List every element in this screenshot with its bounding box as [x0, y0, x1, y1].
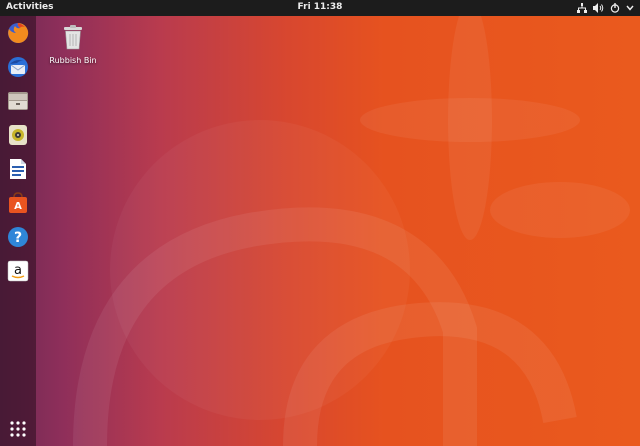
network-icon[interactable]: [577, 3, 587, 13]
desktop-wallpaper: [0, 0, 640, 446]
app-grid-icon: [10, 421, 26, 437]
dock-item-rhythmbox[interactable]: [5, 122, 31, 148]
svg-text:A: A: [14, 201, 22, 212]
chevron-down-icon[interactable]: [626, 5, 634, 11]
clock[interactable]: Fri 11:38: [298, 2, 343, 12]
dock-item-software[interactable]: A: [5, 190, 31, 216]
top-bar: Activities Fri 11:38: [0, 0, 640, 16]
desktop-icon-rubbish-bin[interactable]: Rubbish Bin: [48, 24, 98, 65]
dock-item-help[interactable]: ?: [5, 224, 31, 250]
amazon-icon: a: [7, 260, 29, 282]
dock-item-firefox[interactable]: [5, 20, 31, 46]
help-icon: ?: [8, 227, 28, 247]
power-icon[interactable]: [610, 3, 620, 13]
dock-item-thunderbird[interactable]: [5, 54, 31, 80]
writer-icon: [10, 159, 26, 179]
trash-icon: [64, 25, 82, 50]
thunderbird-icon: [8, 57, 28, 77]
dock-item-files[interactable]: [5, 88, 31, 114]
volume-icon[interactable]: [593, 3, 604, 13]
files-icon: [8, 92, 28, 110]
dock-item-amazon[interactable]: a: [5, 258, 31, 284]
show-applications-button[interactable]: [5, 416, 31, 442]
svg-text:?: ?: [14, 230, 22, 246]
system-tray[interactable]: [577, 0, 634, 16]
rubbish-bin-label: Rubbish Bin: [49, 56, 97, 65]
activities-button[interactable]: Activities: [6, 2, 54, 12]
svg-text:a: a: [14, 263, 22, 278]
dock: A ? a: [0, 16, 36, 446]
software-icon: A: [9, 192, 27, 213]
dock-item-writer[interactable]: [5, 156, 31, 182]
firefox-icon: [8, 22, 29, 43]
rhythmbox-icon: [9, 125, 27, 145]
